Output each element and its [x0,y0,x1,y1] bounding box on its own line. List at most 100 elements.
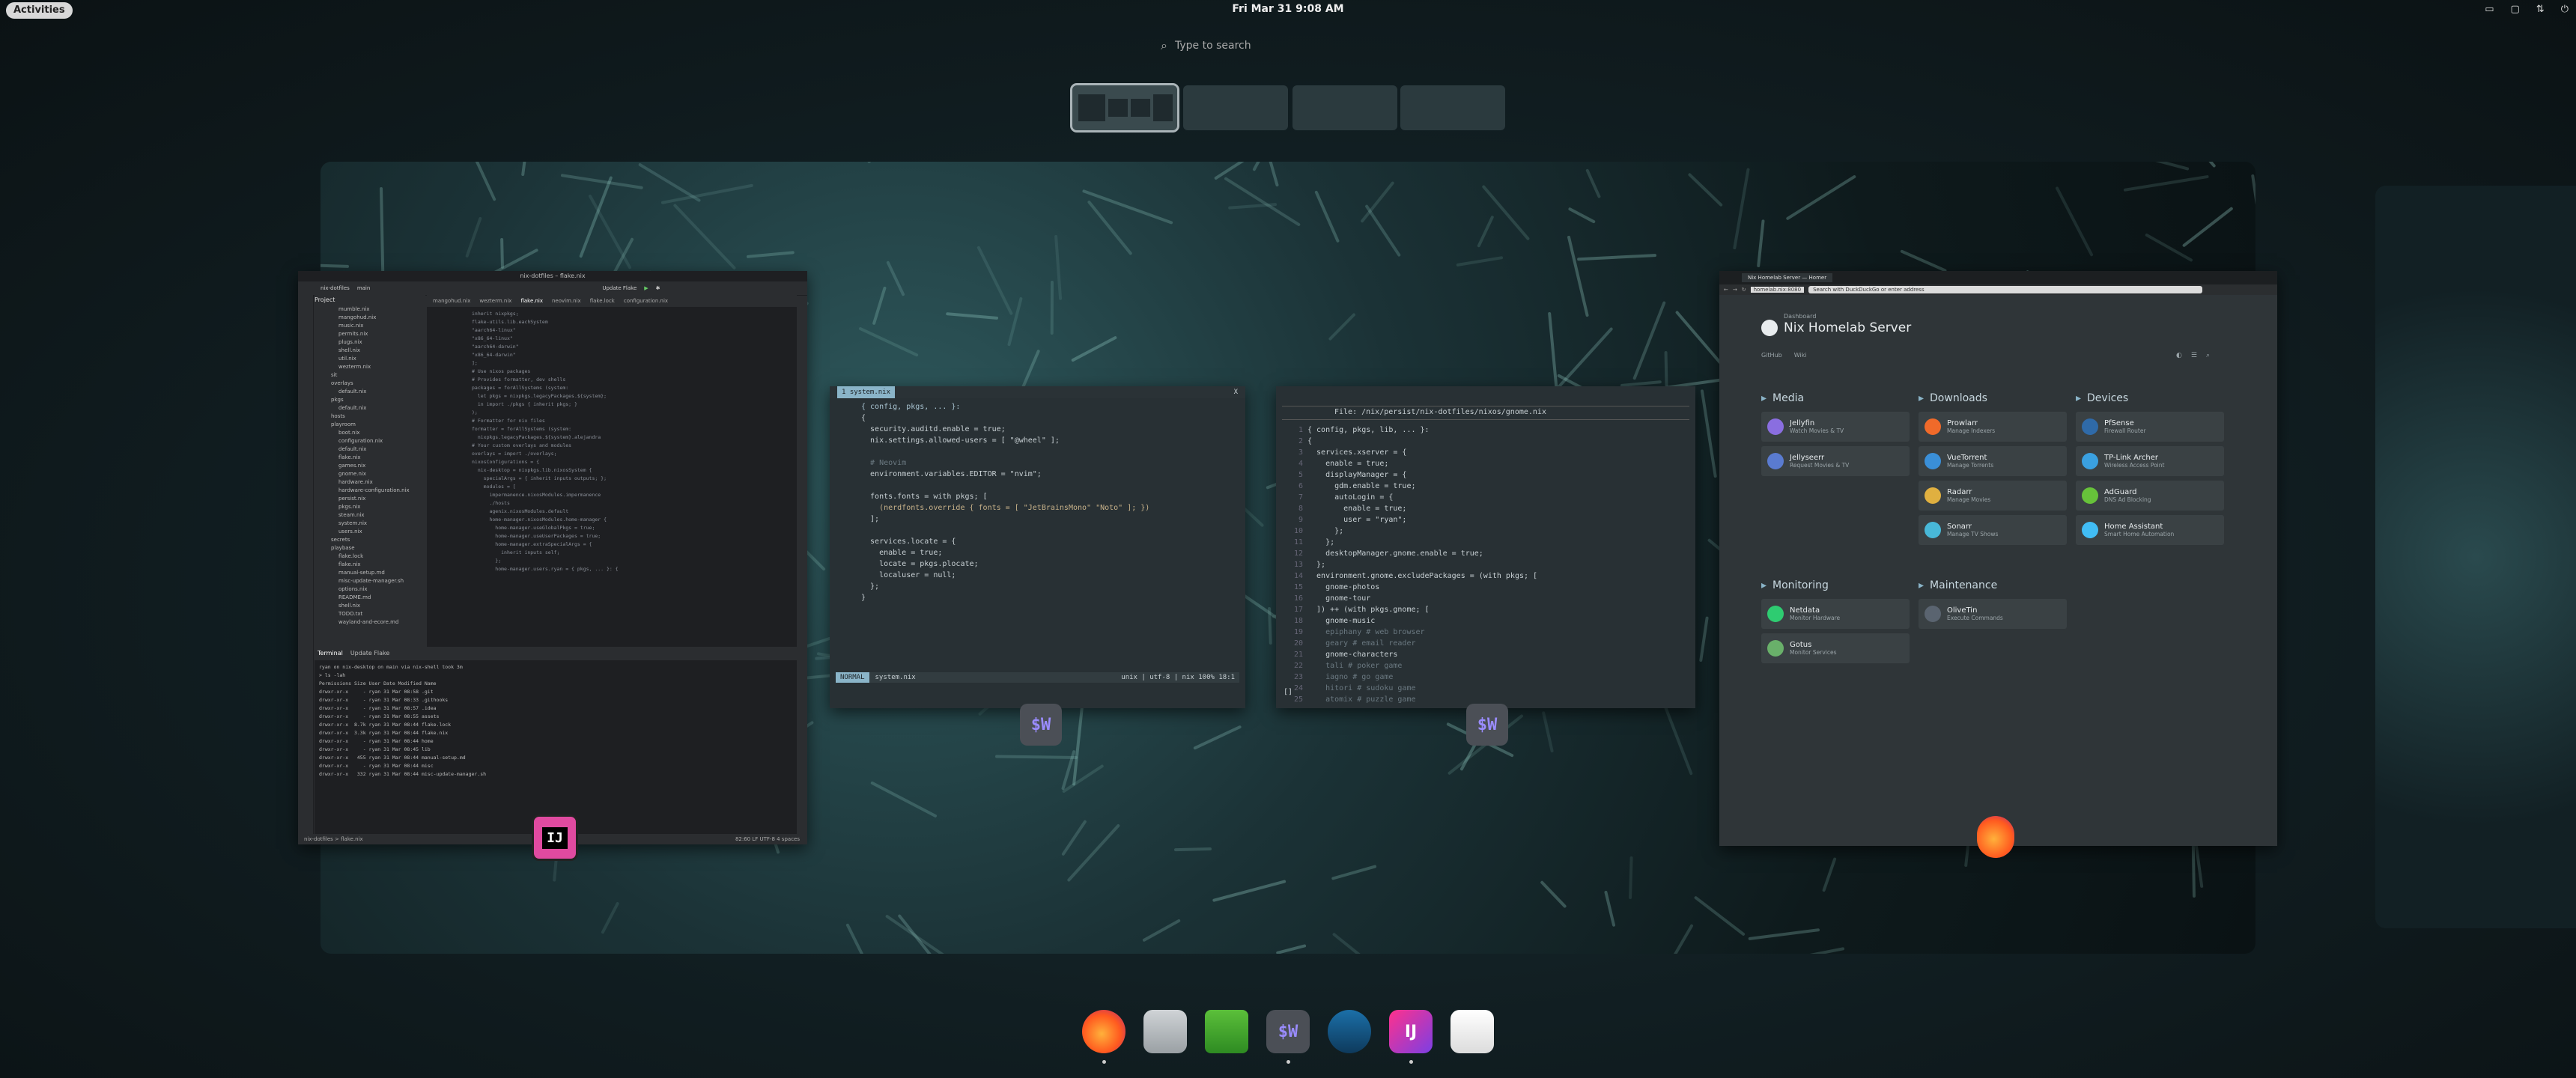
project-tree-item[interactable]: playbase [315,544,425,552]
project-tree-item[interactable]: playroom [315,421,425,429]
project-tree-item[interactable]: boot.nix [315,429,425,437]
dock-firefox-icon[interactable] [1082,1010,1126,1064]
workspace-thumbnail-4[interactable] [1400,85,1505,130]
firefox-app-icon[interactable] [1977,816,2014,858]
search-input[interactable]: Type to search [1175,40,1251,52]
project-tree-item[interactable]: default.nix [315,388,425,396]
project-tree-item[interactable]: default.nix [315,445,425,454]
github-link[interactable]: GitHub [1761,352,1782,359]
project-tree-item[interactable]: gnome.nix [315,470,425,478]
project-tree-item[interactable]: music.nix [315,322,425,330]
terminal-tabs[interactable]: Terminal Update Flake [315,647,797,660]
activities-button[interactable]: Activities [6,2,73,19]
keyboard-layout-icon[interactable]: ▭ [2485,4,2494,15]
service-card-gotus[interactable]: Gotus Monitor Services [1761,633,1910,663]
project-tree-item[interactable]: default.nix [315,404,425,412]
close-icon[interactable]: X [1234,386,1238,398]
service-card-home-assistant[interactable]: Home Assistant Smart Home Automation [2076,515,2224,545]
theme-toggle-icon[interactable]: ◐ [2176,352,2182,359]
tool-window-strip[interactable] [298,295,314,834]
workspace-thumbnail-2[interactable] [1183,85,1288,130]
editor-tab[interactable]: wezterm.nix [479,295,511,307]
project-tree-item[interactable]: mumble.nix [315,305,425,314]
firefox-window[interactable]: Nix Homelab Server — Homer ← → ↻ homelab… [1719,271,2277,846]
project-tree-item[interactable]: games.nix [315,462,425,470]
project-tree-item[interactable]: manual-setup.md [315,569,425,577]
service-card-vuetorrent[interactable]: VueTorrent Manage Torrents [1919,446,2067,476]
display-icon[interactable]: ▢ [2511,4,2520,15]
project-tree-item[interactable]: flake.lock [315,552,425,561]
wiki-link[interactable]: Wiki [1794,352,1807,359]
editor-tab[interactable]: flake.nix [520,295,543,307]
service-card-jellyseerr[interactable]: Jellyseerr Request Movies & TV [1761,446,1910,476]
service-card-tp-link-archer[interactable]: TP-Link Archer Wireless Access Point [2076,446,2224,476]
dock-wezterm-icon[interactable]: $W [1266,1010,1310,1064]
project-tree-item[interactable]: wezterm.nix [315,363,425,371]
layout-toggle-icon[interactable]: ☰ [2191,352,2197,359]
project-tree-item[interactable]: hardware-configuration.nix [315,487,425,495]
project-tree-item[interactable]: README.md [315,594,425,602]
project-tree-item[interactable]: options.nix [315,585,425,594]
tab-terminal[interactable]: Terminal [318,647,343,660]
service-card-olivetin[interactable]: OliveTin Execute Commands [1919,599,2067,629]
terminal-tab[interactable]: 1 system.nix [837,386,896,398]
run-icon[interactable]: ▶ [644,285,648,291]
project-tree-item[interactable]: flake.nix [315,454,425,462]
search-icon[interactable]: ⌕ [2206,352,2210,359]
code-editor[interactable]: mangohud.nix wezterm.nix flake.nix neovim.n… [427,295,797,647]
branch-selector[interactable]: main [357,285,371,291]
project-tree-item[interactable]: hardware.nix [315,478,425,487]
project-tree-item[interactable]: plugs.nix [315,338,425,347]
editor-buffer[interactable]: { config, pkgs, ... }: { security.auditd.… [830,398,1245,606]
project-tree-item[interactable]: secrets [315,536,425,544]
wezterm-app-icon[interactable]: $W [1020,704,1062,746]
run-config-selector[interactable]: Update Flake [602,285,637,291]
project-tree-item[interactable]: shell.nix [315,347,425,355]
editor-tabs[interactable]: mangohud.nix wezterm.nix flake.nix neovim.n… [427,295,797,307]
project-tree-item[interactable]: util.nix [315,355,425,363]
editor-tab[interactable]: flake.lock [590,295,615,307]
reload-icon[interactable]: ↻ [1742,287,1746,293]
project-tree-item[interactable]: pkgs.nix [315,503,425,511]
project-selector[interactable]: nix-dotfiles [321,285,350,291]
url-bar[interactable]: homelab.nix:8080 [1750,287,1805,293]
file-viewer[interactable]: 1{ config, pkgs, lib, ... }: 2{3 services… [1276,420,1695,708]
project-tree-item[interactable]: TODO.txt [315,610,425,618]
tab-update-flake[interactable]: Update Flake [350,647,390,660]
dock-steam-icon[interactable] [1328,1010,1371,1053]
status-breadcrumb[interactable]: nix-dotfiles > flake.nix [304,836,363,842]
dock-intellij-icon[interactable]: IJ [1389,1010,1433,1064]
project-tree-item[interactable]: pkgs [315,396,425,404]
editor-tab[interactable]: configuration.nix [624,295,668,307]
service-card-adguard[interactable]: AdGuard DNS Ad Blocking [2076,481,2224,511]
project-tree-item[interactable]: misc-update-manager.sh [315,577,425,585]
project-tree-item[interactable]: configuration.nix [315,437,425,445]
browser-tab[interactable]: Nix Homelab Server — Homer [1742,273,1833,282]
editor-tab[interactable]: neovim.nix [552,295,581,307]
project-tree-item[interactable]: sit [315,371,425,380]
code-area[interactable]: inherit nixpkgs; flake-utils.lib.eachSyst… [427,307,797,573]
editor-tab[interactable]: mangohud.nix [433,295,470,307]
intellij-app-icon[interactable]: IJ [532,814,578,861]
project-tree-item[interactable]: permits.nix [315,330,425,338]
dock-cloud-icon[interactable] [1205,1010,1248,1053]
service-card-prowlarr[interactable]: Prowlarr Manage Indexers [1919,412,2067,442]
project-tree-item[interactable]: steam.nix [315,511,425,520]
dock-text-editor-icon[interactable] [1450,1010,1494,1053]
project-tree-item[interactable]: mangohud.nix [315,314,425,322]
project-tree-item[interactable]: flake.nix [315,561,425,569]
service-card-sonarr[interactable]: Sonarr Manage TV Shows [1919,515,2067,545]
overview-search[interactable]: ⌕ Type to search [1161,34,1415,57]
system-tray[interactable]: ▭ ▢ ⇅ ⏻ [2485,4,2569,15]
project-tree-item[interactable]: wayland-and-ecore.md [315,618,425,627]
status-info[interactable]: 82:60 LF UTF-8 4 spaces [735,834,800,844]
workspace-thumbnail-1[interactable] [1070,83,1179,133]
service-card-radarr[interactable]: Radarr Manage Movies [1919,481,2067,511]
service-card-jellyfin[interactable]: Jellyfin Watch Movies & TV [1761,412,1910,442]
back-icon[interactable]: ← [1724,287,1728,293]
workspace-thumbnail-3[interactable] [1292,85,1397,130]
project-tree-item[interactable]: overlays [315,380,425,388]
wezterm-app-icon-2[interactable]: $W [1466,704,1508,746]
next-workspace-preview[interactable] [2375,186,2576,928]
forward-icon[interactable]: → [1733,287,1737,293]
